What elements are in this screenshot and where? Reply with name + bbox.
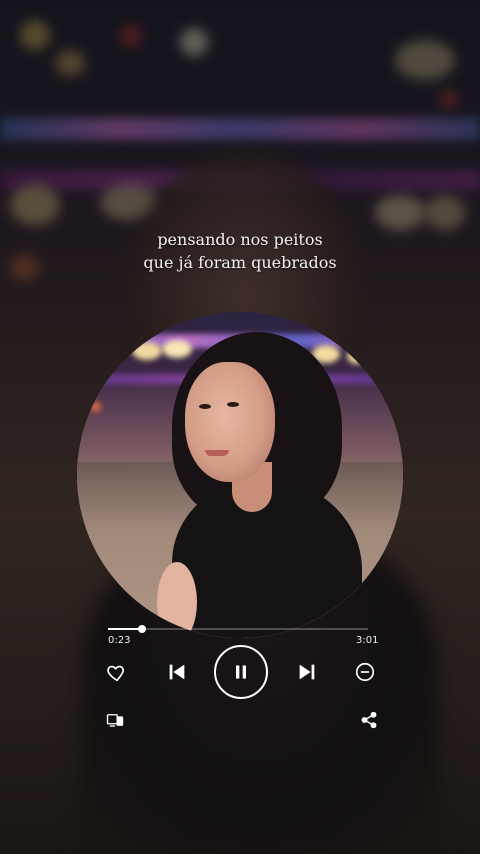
- skip-next-icon: [299, 664, 315, 680]
- progress-handle[interactable]: [138, 625, 146, 633]
- cover-bokeh: [91, 402, 101, 412]
- cover-person-mouth: [205, 450, 229, 456]
- cover-person-eye: [227, 402, 239, 407]
- like-button[interactable]: [104, 660, 130, 686]
- previous-button[interactable]: [164, 659, 190, 685]
- cover-person-shoulder: [157, 562, 197, 638]
- pause-button[interactable]: [214, 645, 268, 699]
- lyrics-line-2: que já foram quebrados: [143, 253, 337, 272]
- minus-circle-icon: [355, 662, 375, 682]
- lyrics-line-1: pensando nos peitos: [157, 230, 323, 249]
- share-icon: [361, 711, 377, 729]
- next-button[interactable]: [294, 659, 320, 685]
- cover-bokeh: [132, 342, 162, 360]
- skip-previous-icon: [169, 664, 185, 680]
- heart-icon: [107, 665, 125, 682]
- cover-bokeh: [347, 348, 367, 364]
- pause-icon: [236, 665, 246, 679]
- progress-fill: [108, 628, 142, 630]
- album-cover: [77, 312, 403, 638]
- devices-button[interactable]: [104, 709, 126, 731]
- cover-person-face: [185, 362, 275, 482]
- cover-person-eye: [199, 404, 211, 409]
- lyrics: pensando nos peitos que já foram quebrad…: [0, 228, 480, 274]
- share-button[interactable]: [358, 709, 380, 731]
- progress-bar[interactable]: [108, 625, 368, 633]
- cover-bokeh: [162, 340, 192, 358]
- total-time: 3:01: [356, 635, 379, 646]
- remove-button[interactable]: [352, 659, 378, 685]
- elapsed-time: 0:23: [108, 635, 131, 646]
- devices-icon: [106, 714, 124, 727]
